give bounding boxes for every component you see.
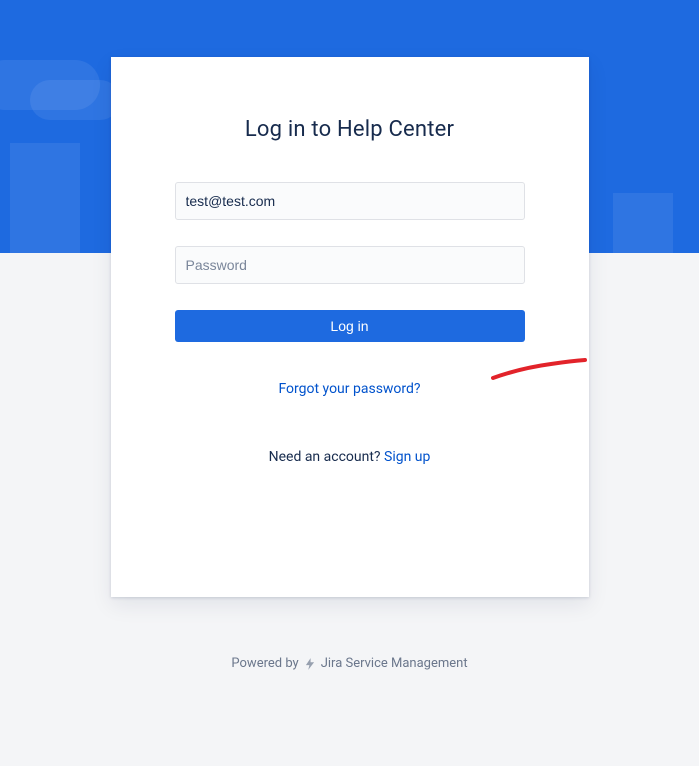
password-field[interactable]	[175, 246, 525, 284]
footer-product: Jira Service Management	[321, 656, 468, 671]
forgot-password-link[interactable]: Forgot your password?	[278, 381, 420, 397]
decorative-building	[10, 143, 80, 253]
login-button[interactable]: Log in	[175, 310, 525, 342]
signup-link[interactable]: Sign up	[384, 449, 430, 465]
signup-prompt: Need an account?	[269, 449, 384, 465]
footer-prefix: Powered by	[231, 656, 298, 671]
signup-row: Need an account? Sign up	[269, 449, 431, 465]
decorative-cloud	[30, 80, 120, 120]
footer: Powered by Jira Service Management	[0, 656, 699, 671]
jira-bolt-icon	[303, 657, 317, 671]
page-title: Log in to Help Center	[245, 117, 454, 142]
decorative-building	[613, 193, 673, 253]
email-field[interactable]	[175, 182, 525, 220]
forgot-password-row: Forgot your password?	[175, 378, 525, 397]
login-card: Log in to Help Center Log in Forgot your…	[111, 57, 589, 597]
annotation-underline	[491, 358, 587, 382]
